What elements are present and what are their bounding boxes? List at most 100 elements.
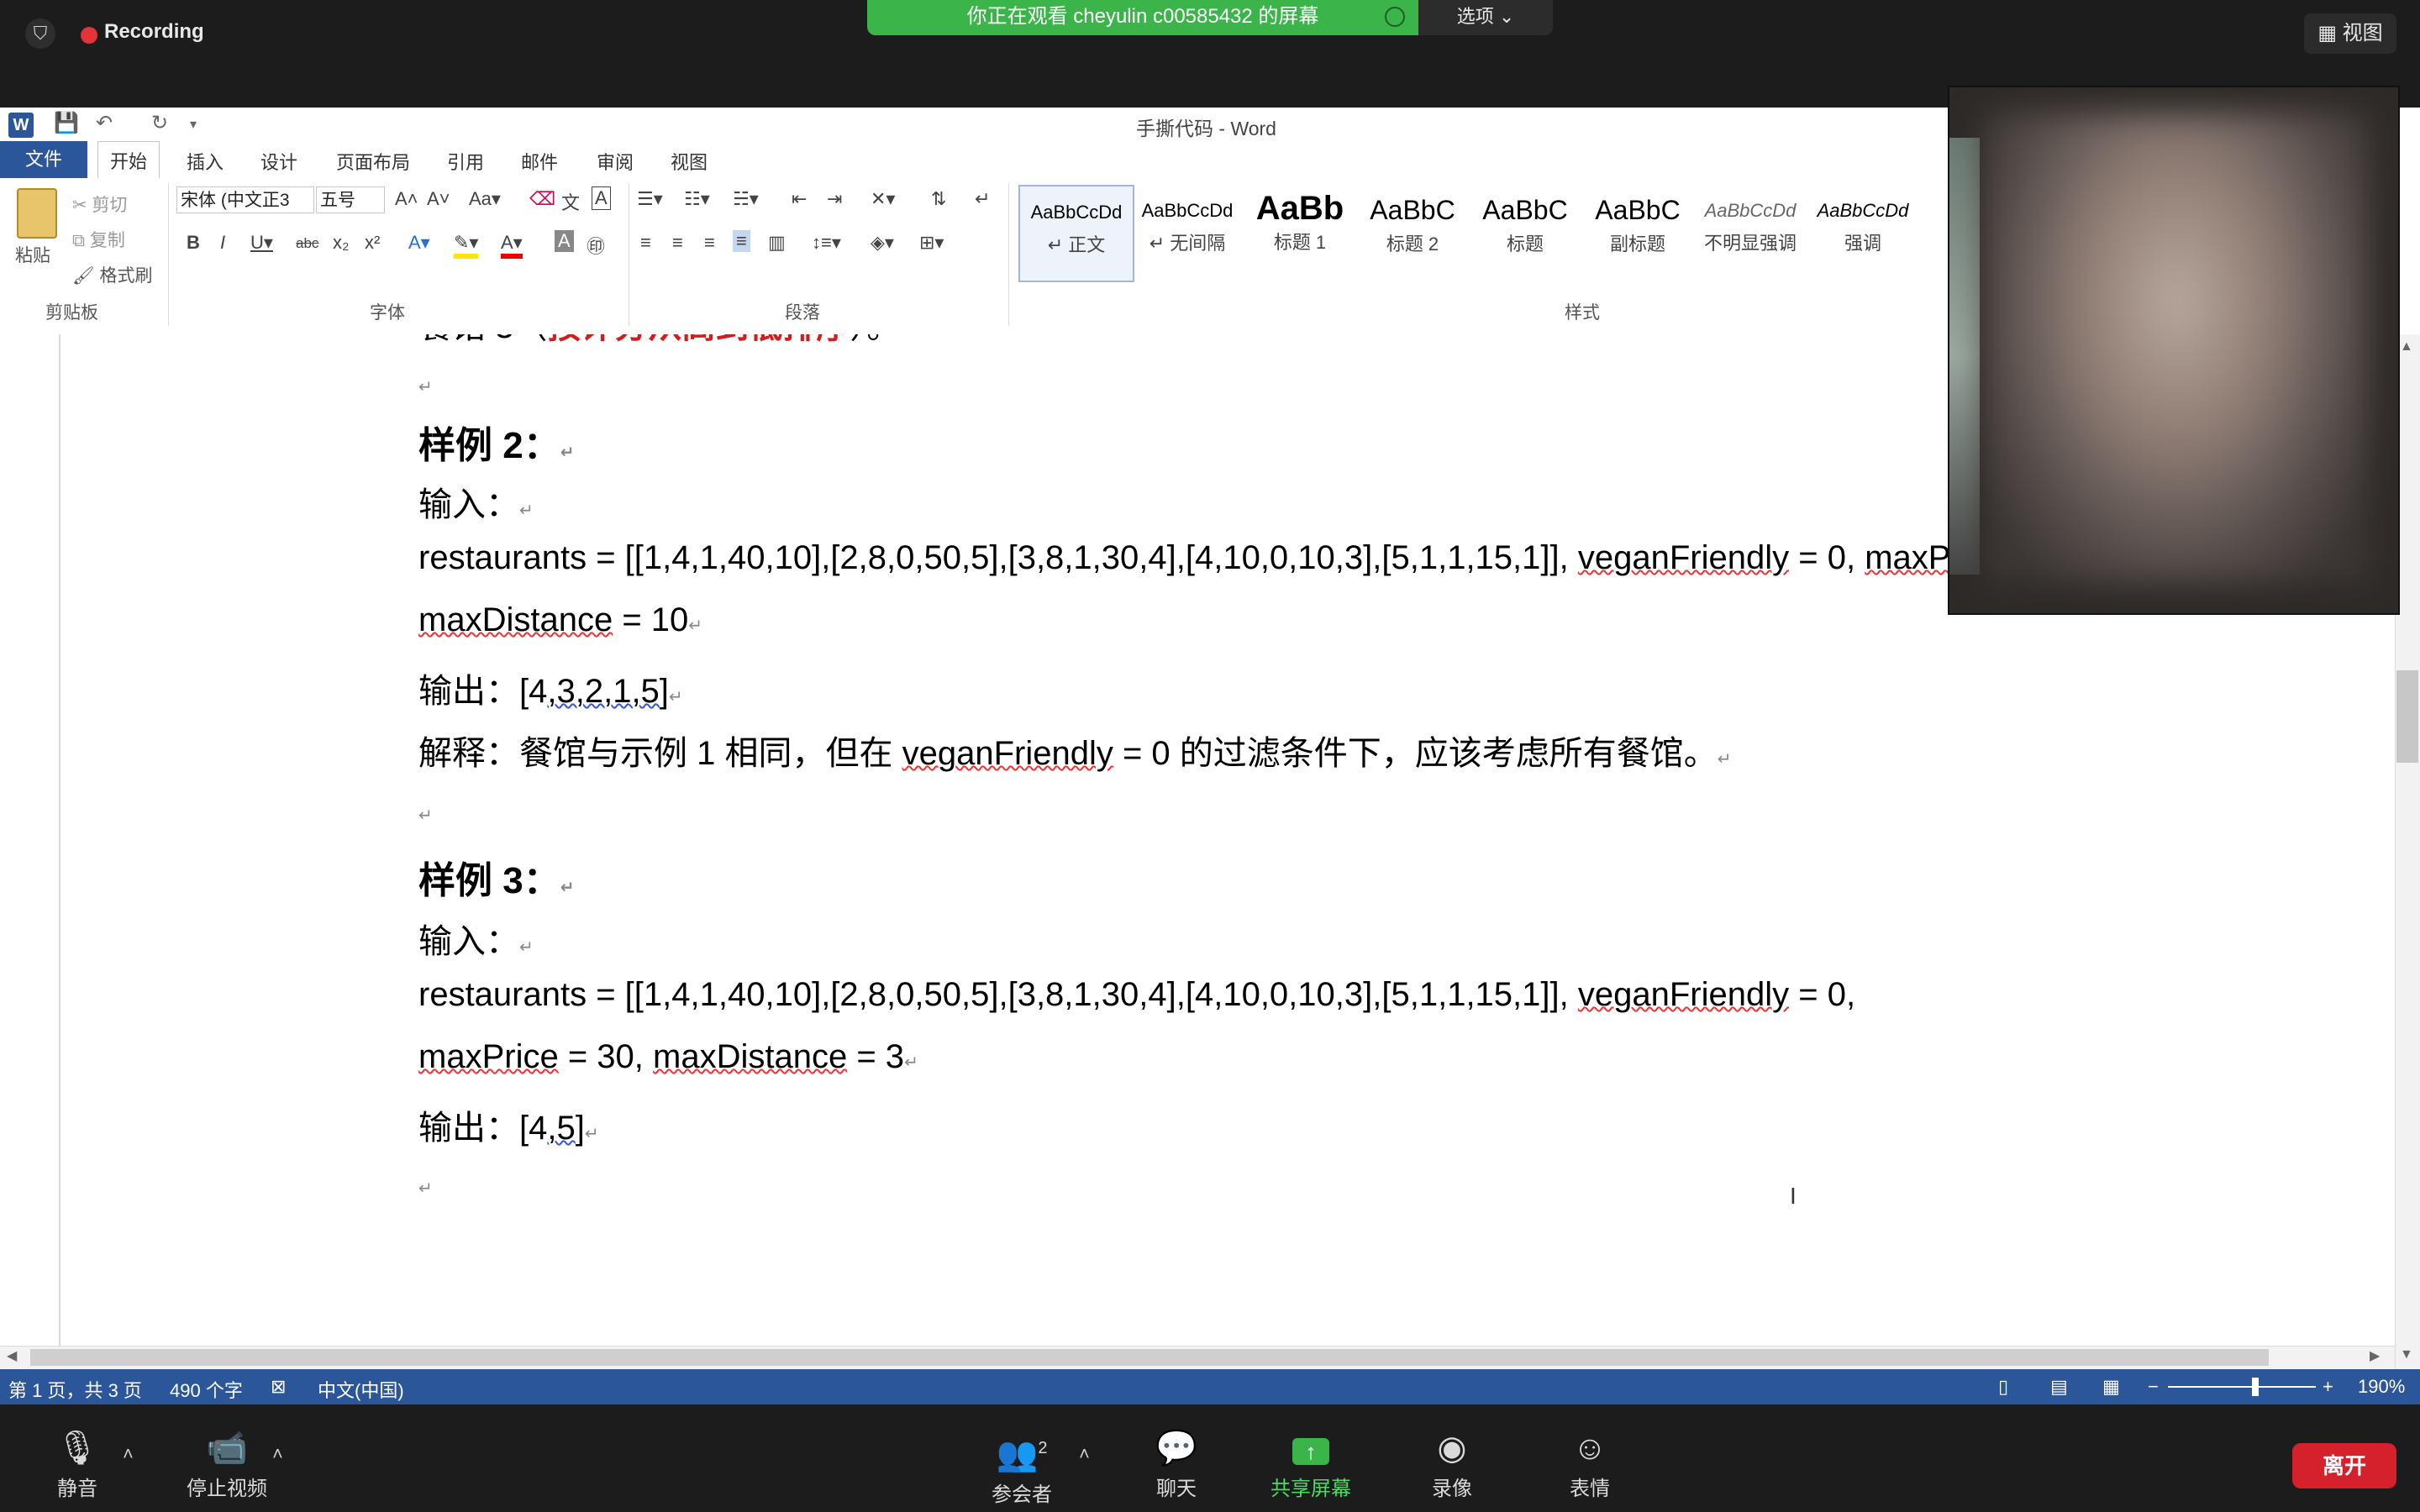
tab-view[interactable]: 视图 bbox=[671, 148, 708, 175]
customize-qat-icon[interactable]: ▾ bbox=[190, 116, 197, 133]
align-right-icon[interactable]: ≡ bbox=[704, 232, 715, 254]
save-icon[interactable]: 💾 bbox=[54, 111, 79, 135]
decrease-indent-icon[interactable]: ⇤ bbox=[792, 188, 807, 210]
change-case-icon[interactable]: Aa▾ bbox=[469, 188, 501, 210]
participants-button[interactable]: 👥2 参会者 bbox=[963, 1430, 1081, 1507]
align-center-icon[interactable]: ≡ bbox=[672, 232, 683, 254]
bold-icon[interactable]: B bbox=[187, 232, 200, 254]
tab-design[interactable]: 设计 bbox=[260, 148, 297, 175]
tab-layout[interactable]: 页面布局 bbox=[336, 148, 410, 175]
read-mode-icon[interactable]: ▯ bbox=[1998, 1376, 2008, 1398]
chat-button[interactable]: 💬 聊天 bbox=[1118, 1430, 1235, 1501]
security-shield-icon[interactable]: ⛉ bbox=[25, 18, 55, 49]
style-no-spacing[interactable]: AaBbCcDd ↵ 无间隔 bbox=[1131, 185, 1244, 279]
superscript-icon[interactable]: x² bbox=[365, 232, 380, 254]
tab-insert[interactable]: 插入 bbox=[187, 148, 224, 175]
zoom-level[interactable]: 190% bbox=[2358, 1376, 2405, 1398]
text-run: ] bbox=[575, 1110, 585, 1147]
share-screen-button[interactable]: ↑ 共享屏幕 bbox=[1252, 1430, 1370, 1501]
paste-label[interactable]: 粘贴 bbox=[15, 242, 50, 267]
paragraph-mark: ↵ bbox=[519, 938, 534, 957]
borders-icon[interactable]: ⊞▾ bbox=[919, 232, 944, 254]
style-subtle-emphasis[interactable]: AaBbCcDd 不明显强调 bbox=[1694, 185, 1807, 279]
justify-icon[interactable]: ≡ bbox=[733, 230, 750, 252]
zoom-slider[interactable] bbox=[2168, 1386, 2316, 1388]
multilevel-list-icon[interactable]: ☵▾ bbox=[733, 188, 759, 210]
paste-icon[interactable] bbox=[17, 188, 57, 239]
stop-video-button[interactable]: 📹 停止视频 bbox=[168, 1430, 286, 1501]
distributed-icon[interactable]: ▥ bbox=[768, 232, 786, 254]
leave-button[interactable]: 离开 bbox=[2292, 1443, 2396, 1488]
font-color-icon[interactable]: A▾ bbox=[501, 232, 523, 259]
proofing-icon[interactable]: ⊠ bbox=[271, 1376, 286, 1398]
text-effects-icon[interactable]: A▾ bbox=[408, 232, 430, 254]
vertical-scroll-thumb[interactable] bbox=[2396, 670, 2418, 763]
font-size-combo[interactable]: 五号 bbox=[316, 186, 385, 213]
font-name-combo[interactable]: 宋体 (中文正3 bbox=[176, 186, 314, 213]
style-heading2[interactable]: AaBbC 标题 2 bbox=[1356, 185, 1469, 279]
web-layout-icon[interactable]: ▦ bbox=[2102, 1376, 2120, 1398]
style-heading1[interactable]: AaBb 标题 1 bbox=[1244, 185, 1356, 279]
video-background-strip bbox=[1949, 138, 1980, 575]
video-options-chevron-icon[interactable]: ˄ bbox=[272, 1443, 283, 1465]
mute-button[interactable]: 🎙 静音 bbox=[18, 1430, 136, 1501]
italic-icon[interactable]: I bbox=[220, 232, 225, 254]
sort-icon[interactable]: ⇅ bbox=[931, 188, 946, 210]
phonetic-guide-icon[interactable]: 文 bbox=[561, 188, 580, 215]
zoom-in-icon[interactable]: + bbox=[2323, 1376, 2333, 1398]
zoom-slider-thumb[interactable] bbox=[2252, 1378, 2259, 1396]
page-count[interactable]: 第 1 页，共 3 页 bbox=[8, 1376, 142, 1403]
align-left-icon[interactable]: ≡ bbox=[640, 232, 651, 254]
redo-icon[interactable]: ↻ bbox=[151, 111, 168, 135]
character-border-icon[interactable]: A bbox=[592, 186, 611, 210]
highlight-icon[interactable]: ✎▾ bbox=[454, 232, 479, 259]
participant-video[interactable] bbox=[1948, 86, 2400, 615]
scroll-up-icon[interactable]: ▲ bbox=[2400, 339, 2413, 354]
participants-chevron-icon[interactable]: ˄ bbox=[1079, 1443, 1090, 1465]
tab-home[interactable]: 开始 bbox=[97, 141, 160, 182]
show-marks-icon[interactable]: ↵ bbox=[975, 188, 990, 210]
char-shading-icon[interactable]: A bbox=[555, 230, 574, 252]
scroll-right-icon[interactable]: ▶ bbox=[2370, 1347, 2380, 1364]
undo-icon[interactable]: ↶ bbox=[96, 111, 113, 135]
horizontal-scroll-thumb[interactable] bbox=[30, 1349, 2269, 1366]
increase-indent-icon[interactable]: ⇥ bbox=[827, 188, 842, 210]
grow-font-icon[interactable]: A˄ bbox=[395, 188, 418, 210]
options-dropdown[interactable]: 选项 ⌄ bbox=[1418, 0, 1553, 35]
tab-mailings[interactable]: 邮件 bbox=[521, 148, 558, 175]
copy-button[interactable]: ⧉ 复制 bbox=[72, 227, 125, 252]
tab-review[interactable]: 审阅 bbox=[597, 148, 634, 175]
style-emphasis[interactable]: AaBbCcDd 强调 bbox=[1807, 185, 1919, 279]
tab-file[interactable]: 文件 bbox=[0, 141, 87, 178]
reactions-button[interactable]: ☺ 表情 bbox=[1531, 1430, 1649, 1501]
style-normal[interactable]: AaBbCcDd ↵ 正文 bbox=[1018, 185, 1134, 282]
bullets-icon[interactable]: ☰▾ bbox=[637, 188, 663, 210]
strikethrough-icon[interactable]: abc bbox=[296, 235, 318, 252]
line-spacing-icon[interactable]: ↕≡▾ bbox=[812, 232, 841, 254]
tab-references[interactable]: 引用 bbox=[447, 148, 484, 175]
format-painter-button[interactable]: 🖌 格式刷 bbox=[72, 262, 153, 287]
clear-format-icon[interactable]: ⌫ bbox=[529, 188, 555, 210]
participants-count: 2 bbox=[1038, 1439, 1048, 1457]
view-button[interactable]: ▦ 视图 bbox=[2304, 13, 2396, 54]
asian-layout-icon[interactable]: ✕▾ bbox=[871, 188, 895, 210]
underline-icon[interactable]: U▾ bbox=[250, 232, 273, 254]
style-title[interactable]: AaBbC 标题 bbox=[1469, 185, 1581, 279]
shrink-font-icon[interactable]: A˅ bbox=[427, 188, 450, 210]
style-sample: AaBbCcDd bbox=[1704, 200, 1797, 221]
numbering-icon[interactable]: ☷▾ bbox=[684, 188, 710, 210]
enclose-char-icon[interactable]: ㊞ bbox=[587, 232, 605, 259]
shading-icon[interactable]: ◈▾ bbox=[871, 232, 894, 254]
audio-options-chevron-icon[interactable]: ˄ bbox=[123, 1443, 134, 1465]
cut-button[interactable]: ✂ 剪切 bbox=[72, 192, 127, 217]
record-button[interactable]: ◉ 录像 bbox=[1393, 1430, 1511, 1501]
word-count[interactable]: 490 个字 bbox=[170, 1376, 243, 1403]
style-subtitle[interactable]: AaBbC 副标题 bbox=[1581, 185, 1694, 279]
subscript-icon[interactable]: x₂ bbox=[333, 232, 350, 254]
scroll-left-icon[interactable]: ◀ bbox=[7, 1347, 17, 1364]
zoom-out-icon[interactable]: − bbox=[2148, 1376, 2159, 1398]
chat-label: 聊天 bbox=[1156, 1478, 1197, 1500]
language-status[interactable]: 中文(中国) bbox=[318, 1376, 404, 1403]
scroll-down-icon[interactable]: ▼ bbox=[2400, 1347, 2413, 1362]
print-layout-icon[interactable]: ▤ bbox=[2050, 1376, 2068, 1398]
